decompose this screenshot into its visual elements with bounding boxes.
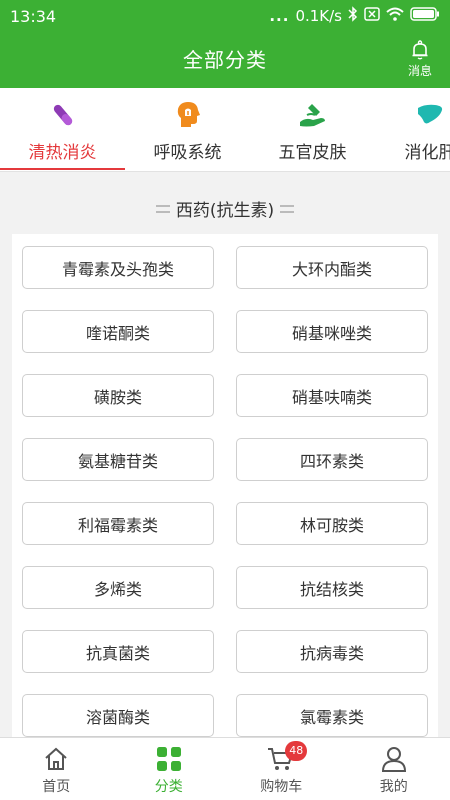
subcategory-item[interactable]: 磺胺类 — [22, 374, 214, 417]
heading-deco-left — [155, 204, 170, 213]
subcategory-item[interactable]: 喹诺酮类 — [22, 310, 214, 353]
nav-mine-label: 我的 — [379, 779, 408, 795]
subcategory-item[interactable]: 硝基咪唑类 — [236, 310, 428, 353]
status-dots: ... — [269, 7, 290, 25]
subcategory-item[interactable]: 大环内酯类 — [236, 246, 428, 289]
wifi-icon — [386, 7, 404, 25]
tab-label: 清热消炎 — [28, 143, 97, 163]
bell-icon — [412, 40, 428, 60]
subcategory-item[interactable]: 溶菌酶类 — [22, 694, 214, 737]
section-heading: 西药(抗生素) — [0, 196, 450, 221]
user-icon — [381, 747, 406, 772]
heading-deco-right — [280, 204, 295, 213]
status-time: 13:34 — [10, 6, 57, 26]
nav-category-label: 分类 — [154, 779, 183, 795]
head-respiratory-icon — [177, 102, 200, 127]
bottom-nav: 首页 分类 48 购物车 我的 — [0, 737, 450, 800]
subcategory-item[interactable]: 抗真菌类 — [22, 630, 214, 673]
nav-cart[interactable]: 48 购物车 — [225, 738, 338, 800]
tabs-divider — [0, 171, 450, 172]
nav-mine[interactable]: 我的 — [338, 738, 450, 800]
nav-home[interactable]: 首页 — [0, 738, 113, 800]
subcategory-item[interactable]: 抗病毒类 — [236, 630, 428, 673]
messages-label: 消息 — [407, 64, 432, 78]
subcategory-item[interactable]: 青霉素及头孢类 — [22, 246, 214, 289]
subcategory-panel: 青霉素及头孢类 大环内酯类 喹诺酮类 硝基咪唑类 磺胺类 硝基呋喃类 氨基糖苷类… — [12, 234, 438, 744]
tab-huxi[interactable]: 呼吸系统 — [125, 88, 250, 172]
status-bar: 13:34 ... 0.1K/s — [0, 0, 450, 32]
tab-xiaohua[interactable]: 消化肝 — [375, 88, 450, 172]
subcategory-item[interactable]: 利福霉素类 — [22, 502, 214, 545]
nav-cart-label: 购物车 — [260, 779, 303, 795]
battery-icon — [410, 7, 440, 25]
subcategory-item[interactable]: 林可胺类 — [236, 502, 428, 545]
subcategory-item[interactable]: 氨基糖苷类 — [22, 438, 214, 481]
tab-label: 五官皮肤 — [278, 143, 347, 163]
bluetooth-icon — [348, 6, 358, 26]
nav-home-label: 首页 — [42, 779, 71, 795]
tab-label: 呼吸系统 — [153, 143, 222, 163]
sim-icon — [364, 7, 380, 25]
status-indicators: ... 0.1K/s — [269, 6, 440, 26]
tab-wuguan[interactable]: 五官皮肤 — [250, 88, 375, 172]
messages-button[interactable]: 消息 — [398, 38, 442, 82]
subcategory-item[interactable]: 多烯类 — [22, 566, 214, 609]
subcategory-item[interactable]: 四环素类 — [236, 438, 428, 481]
section-title: 西药(抗生素) — [175, 201, 275, 221]
pill-icon — [53, 104, 72, 126]
subcategory-item[interactable]: 抗结核类 — [236, 566, 428, 609]
category-grid-icon — [156, 747, 181, 771]
subcategory-item[interactable]: 硝基呋喃类 — [236, 374, 428, 417]
category-tabs: 清热消炎 呼吸系统 五官皮肤 消化肝 — [0, 88, 450, 172]
network-speed: 0.1K/s — [295, 7, 342, 25]
subcategory-item[interactable]: 氯霉素类 — [236, 694, 428, 737]
page-title: 全部分类 — [183, 48, 267, 72]
app-header: 全部分类 消息 — [0, 32, 450, 88]
home-icon — [45, 747, 67, 770]
cart-badge: 48 — [285, 741, 308, 761]
active-tab-indicator — [0, 168, 125, 170]
skin-hand-icon — [299, 104, 325, 127]
subcategory-grid: 青霉素及头孢类 大环内酯类 喹诺酮类 硝基咪唑类 磺胺类 硝基呋喃类 氨基糖苷类… — [22, 246, 428, 737]
tab-qingre[interactable]: 清热消炎 — [0, 88, 125, 172]
nav-category[interactable]: 分类 — [113, 738, 226, 800]
liver-icon — [418, 104, 443, 124]
tab-label: 消化肝 — [404, 143, 450, 163]
